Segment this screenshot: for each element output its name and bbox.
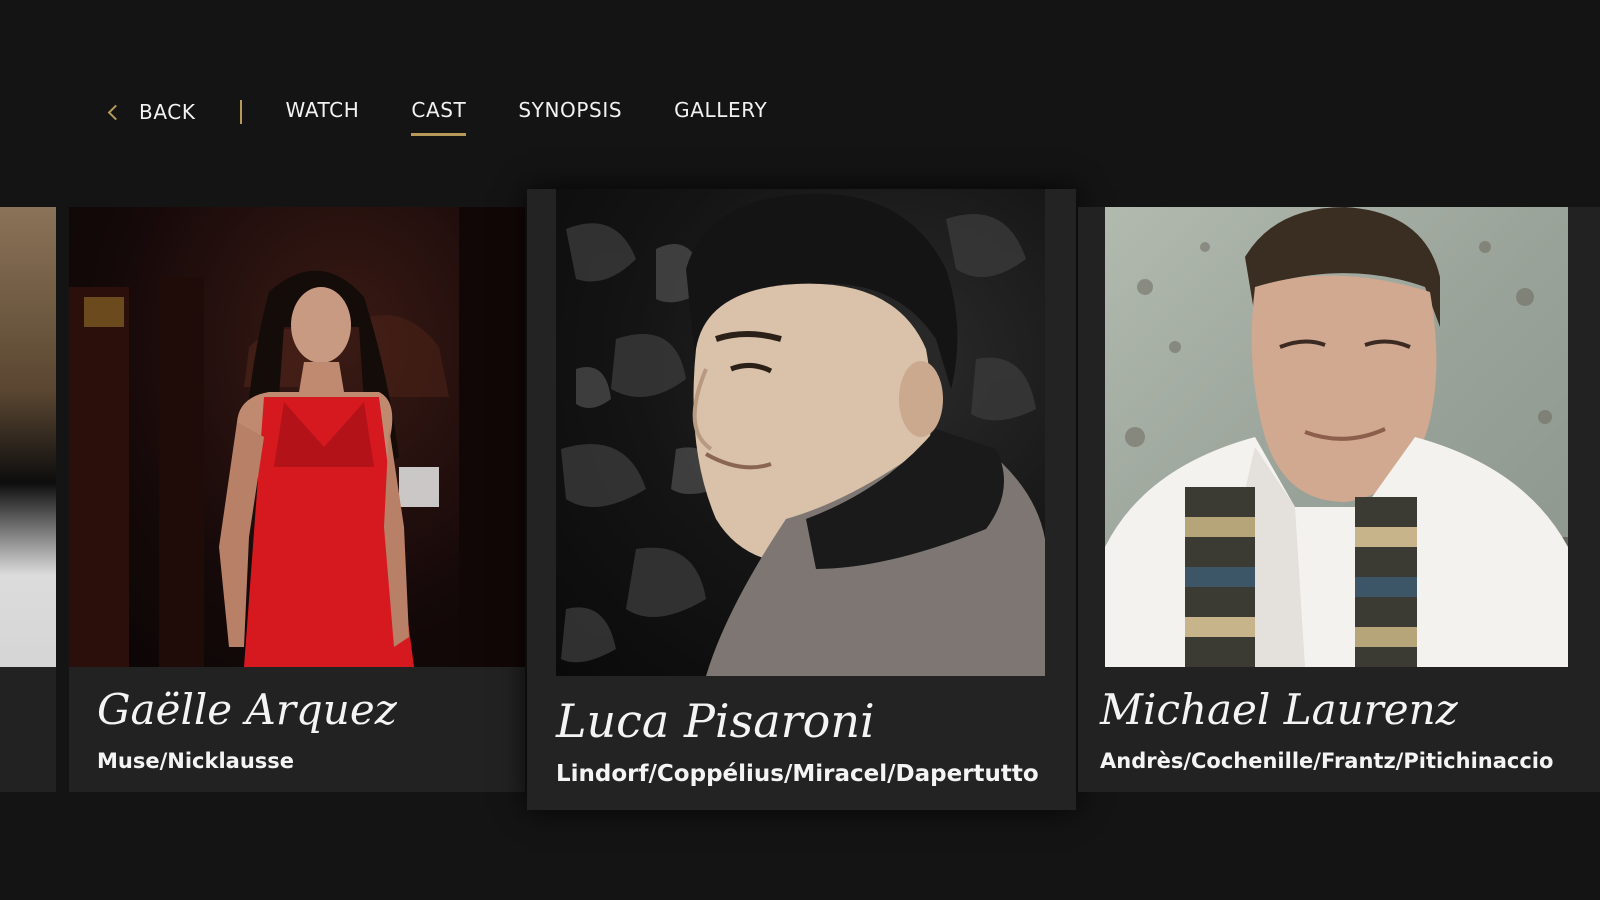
cast-photo xyxy=(556,189,1045,676)
cast-photo xyxy=(69,207,525,667)
nav-divider xyxy=(239,100,242,124)
cast-role: Muse/Nicklausse xyxy=(97,749,295,773)
tab-cast[interactable]: CAST xyxy=(411,98,467,136)
tab-synopsis[interactable]: SYNOPSIS xyxy=(518,98,622,126)
top-navigation: BACK WATCH CAST SYNOPSIS GALLERY xyxy=(107,92,819,136)
tab-watch[interactable]: WATCH xyxy=(286,98,360,126)
portrait-illustration xyxy=(1105,207,1568,667)
back-button[interactable]: BACK xyxy=(107,100,196,124)
cast-card-previous[interactable] xyxy=(0,207,56,792)
back-label: BACK xyxy=(139,100,196,124)
cast-photo xyxy=(1105,207,1568,667)
cast-name: Gaëlle Arquez xyxy=(97,685,397,734)
cast-role: Andrès/Cochenille/Frantz/Pitichinaccio xyxy=(1100,749,1554,773)
cast-card[interactable]: Gaëlle Arquez Muse/Nicklausse xyxy=(69,207,525,792)
portrait-illustration xyxy=(561,193,1045,676)
cast-photo xyxy=(0,207,56,667)
cast-card[interactable]: Michael Laurenz Andrès/Cochenille/Frantz… xyxy=(1078,207,1600,792)
cast-role: Lindorf/Coppélius/Miracel/Dapertutto xyxy=(556,761,1039,787)
chevron-left-icon xyxy=(107,104,124,121)
portrait-illustration xyxy=(69,207,525,667)
cast-name: Luca Pisaroni xyxy=(556,694,875,748)
cast-card-focused[interactable]: Luca Pisaroni Lindorf/Coppélius/Miracel/… xyxy=(527,189,1076,810)
cast-name: Michael Laurenz xyxy=(1100,685,1458,734)
tab-gallery[interactable]: GALLERY xyxy=(674,98,767,126)
cast-screen: BACK WATCH CAST SYNOPSIS GALLERY Gaëlle … xyxy=(0,0,1600,900)
